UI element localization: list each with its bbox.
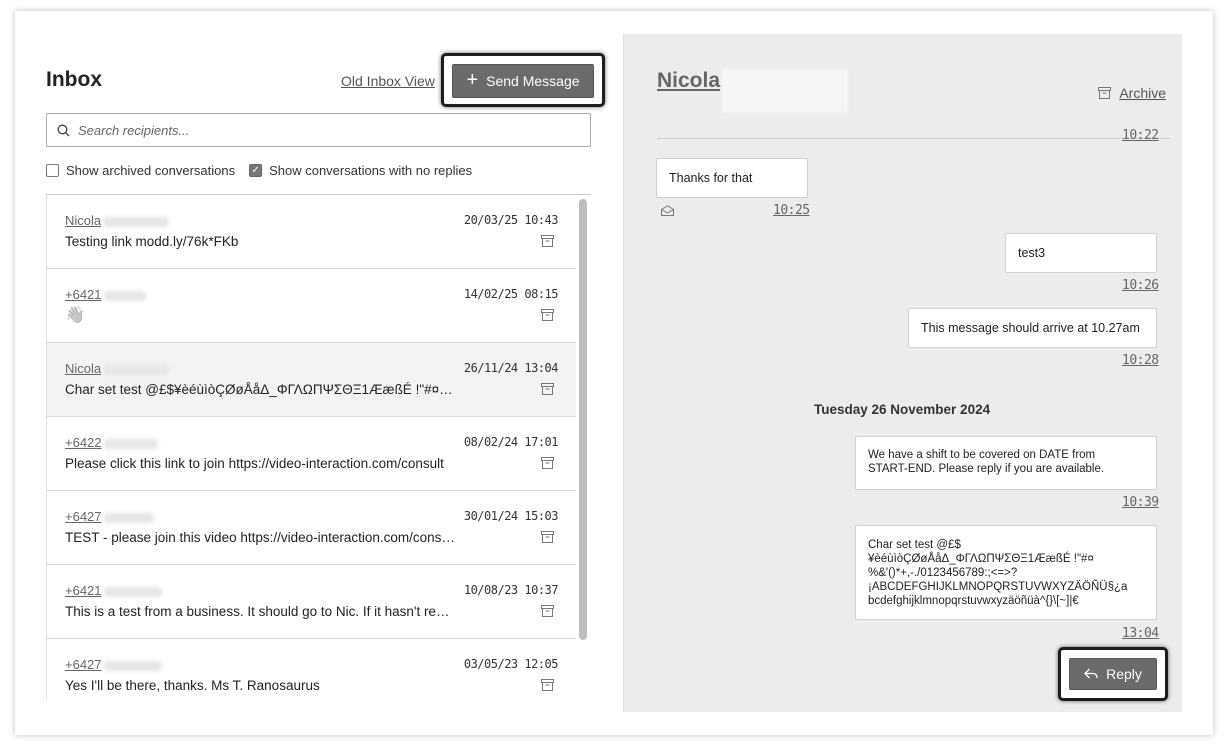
plus-icon: + (466, 69, 479, 91)
thread-pane: Nicola Archive 10:22 Thanks for that 10:… (623, 34, 1182, 712)
send-message-button[interactable]: + Send Message (452, 64, 594, 98)
archive-icon[interactable] (541, 605, 554, 617)
conversation-preview: Please click this link to join https://v… (65, 456, 444, 471)
archive-icon[interactable] (541, 309, 554, 321)
send-message-highlight: + Send Message (441, 53, 605, 107)
archive-icon[interactable] (541, 457, 554, 469)
conversation-row[interactable]: +6427 30/01/24 15:03 TEST - please join … (46, 491, 576, 565)
reply-button[interactable]: Reply (1069, 658, 1157, 690)
check-icon: ✓ (249, 164, 263, 177)
conversation-name[interactable]: Nicola (65, 213, 170, 228)
conversation-preview: Testing link modd.ly/76k*FKb (65, 234, 239, 249)
archive-button[interactable]: Archive (1098, 85, 1166, 101)
inbox-pane: Inbox Old Inbox View + Send Message Show… (15, 11, 622, 735)
checkbox-box (46, 164, 59, 177)
inbox-title: Inbox (46, 68, 102, 91)
send-message-label: Send Message (486, 73, 580, 89)
conversation-preview: Char set test @£$¥èéùìòÇØøÅåΔ_ΦΓΛΩΠΨΣΘΞ1… (65, 382, 455, 397)
message-bubble-sent: This message should arrive at 10.27am (908, 308, 1157, 348)
archive-icon[interactable] (541, 679, 554, 691)
conversation-preview: This is a test from a business. It shoul… (65, 604, 455, 619)
conversation-name[interactable]: +6421 (65, 287, 146, 302)
conversation-row-selected[interactable]: Nicola 26/11/24 13:04 Char set test @£$¥… (46, 343, 576, 417)
message-bubble-received: Thanks for that (656, 158, 808, 198)
envelope-open-icon (661, 205, 674, 216)
search-box (46, 113, 591, 147)
old-inbox-view-link[interactable]: Old Inbox View (341, 73, 435, 89)
message-time: 10:39 (1122, 495, 1159, 510)
archive-icon (1098, 87, 1112, 99)
thread-divider (657, 138, 1170, 139)
show-archived-checkbox[interactable]: Show archived conversations (46, 163, 235, 178)
archive-icon[interactable] (541, 383, 554, 395)
conversation-date: 10/08/23 10:37 (463, 583, 559, 597)
message-bubble-sent: test3 (1005, 233, 1157, 273)
message-time: 10:25 (773, 203, 810, 218)
message-time: 10:22 (1122, 128, 1159, 143)
conversation-name[interactable]: +6422 (65, 435, 158, 450)
message-time: 10:26 (1122, 278, 1159, 293)
message-time: 10:28 (1122, 353, 1159, 368)
conversation-name[interactable]: Nicola (65, 361, 170, 376)
archive-label: Archive (1119, 85, 1166, 101)
conversation-date: 08/02/24 17:01 (463, 435, 559, 449)
conversation-date: 14/02/25 08:15 (463, 287, 559, 301)
app-frame: Inbox Old Inbox View + Send Message Show… (15, 11, 1213, 735)
message-bubble-sent: We have a shift to be covered on DATE fr… (855, 436, 1157, 490)
conversation-date: 30/01/24 15:03 (463, 509, 559, 523)
conversation-row[interactable]: +6421 10/08/23 10:37 This is a test from… (46, 565, 576, 639)
conversation-row[interactable]: +6421 14/02/25 08:15 👋 (46, 269, 576, 343)
conversation-row[interactable]: Nicola 20/03/25 10:43 Testing link modd.… (46, 195, 576, 269)
conversation-preview: TEST - please join this video https://vi… (65, 530, 455, 545)
conversation-preview: Yes I'll be there, thanks. Ms T. Ranosau… (65, 678, 320, 693)
message-time: 13:04 (1122, 626, 1159, 641)
contact-surname-redacted (722, 69, 848, 113)
conversation-date: 03/05/23 12:05 (463, 657, 559, 671)
conversation-row[interactable]: +6422 08/02/24 17:01 Please click this l… (46, 417, 576, 491)
conversation-date: 26/11/24 13:04 (463, 361, 559, 375)
list-scrollbar[interactable] (579, 199, 587, 640)
conversation-name[interactable]: +6427 (65, 657, 162, 672)
show-archived-label: Show archived conversations (66, 163, 236, 178)
conversation-date: 20/03/25 10:43 (463, 213, 559, 227)
archive-icon[interactable] (541, 235, 554, 247)
conversation-name[interactable]: +6421 (65, 583, 162, 598)
filter-row: Show archived conversations ✓ Show conve… (46, 163, 472, 178)
search-icon (57, 124, 70, 136)
reply-highlight: Reply (1058, 647, 1168, 701)
conversation-name[interactable]: +6427 (65, 509, 154, 524)
conversation-list[interactable]: Nicola 20/03/25 10:43 Testing link modd.… (46, 194, 591, 699)
archive-icon[interactable] (541, 531, 554, 543)
day-separator: Tuesday 26 November 2024 (814, 402, 991, 417)
reply-label: Reply (1106, 666, 1142, 682)
conversation-preview: 👋 (65, 307, 85, 324)
contact-name[interactable]: Nicola (657, 69, 720, 93)
show-no-replies-label: Show conversations with no replies (269, 163, 473, 178)
message-bubble-sent: Char set test @£$ ¥èéùìòÇØøÅåΔ_ΦΓΛΩΠΨΣΘΞ… (855, 525, 1157, 620)
show-no-replies-checkbox[interactable]: ✓ Show conversations with no replies (249, 163, 472, 178)
search-input[interactable] (78, 122, 558, 138)
reply-icon (1084, 668, 1098, 679)
conversation-row[interactable]: +6427 03/05/23 12:05 Yes I'll be there, … (46, 639, 576, 699)
